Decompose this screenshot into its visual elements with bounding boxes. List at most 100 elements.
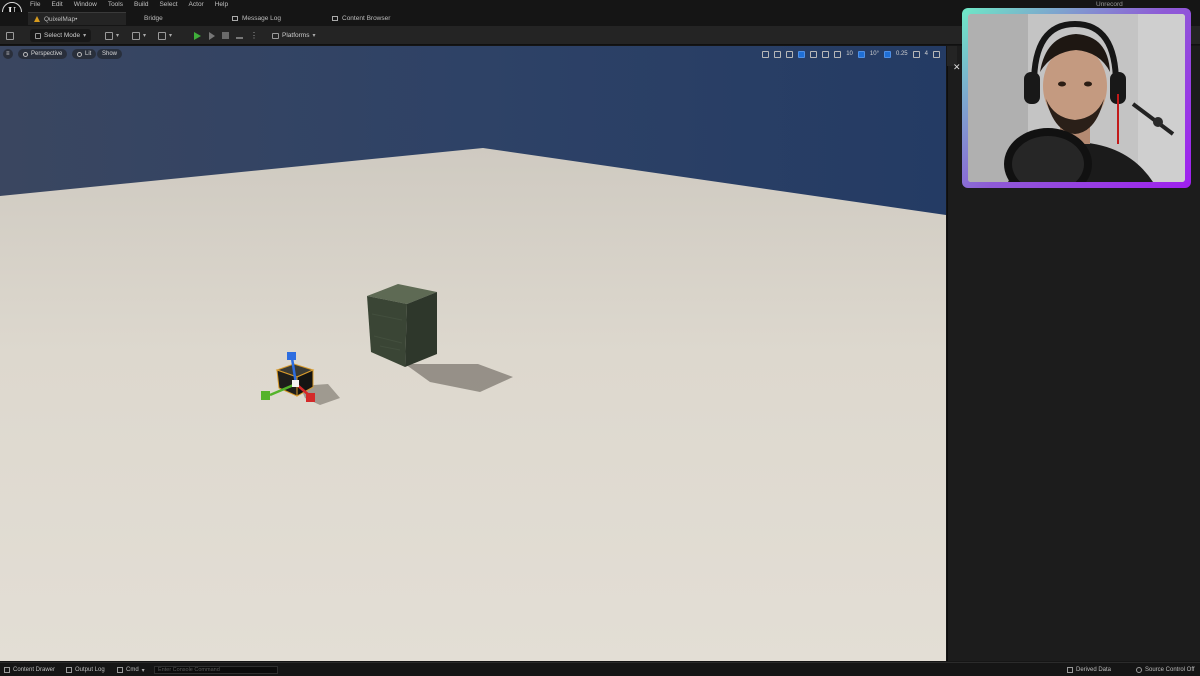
platforms-dropdown[interactable]: Platforms ▾ [272, 29, 315, 42]
level-viewport[interactable]: ≡ Perspective Lit Show 10 10° 0.25 4 [0, 46, 946, 661]
menu-edit[interactable]: Edit [51, 1, 62, 8]
lit-label: Lit [85, 51, 92, 57]
platforms-icon [272, 32, 279, 39]
translate-tool-icon[interactable] [774, 50, 782, 58]
show-label: Show [102, 51, 118, 57]
advance-frame-button[interactable] [209, 29, 215, 42]
chevron-down-icon: ▾ [116, 33, 120, 39]
derived-data-label: Derived Data [1076, 667, 1112, 673]
view-mode-button[interactable]: Lit [72, 49, 97, 59]
scale-tool-icon[interactable] [798, 50, 806, 58]
chevron-down-icon: ▾ [312, 33, 316, 39]
content-drawer-button[interactable]: Content Drawer [4, 665, 55, 675]
webcam-overlay [962, 8, 1191, 188]
rotation-snap-icon[interactable] [857, 50, 865, 58]
content-browser-icon [332, 16, 338, 21]
unrecord-label: Unrecord [1096, 1, 1123, 8]
chevron-down-icon: ▾ [143, 33, 147, 39]
play-options-button[interactable]: ⋮ [250, 29, 258, 42]
tab-label: Content Browser [342, 15, 391, 22]
scale-snap-icon[interactable] [883, 50, 891, 58]
dark-cube[interactable] [367, 284, 437, 367]
select-tool-icon[interactable] [762, 50, 770, 58]
add-content-button[interactable]: ▾ [105, 29, 119, 42]
select-mode-icon [35, 32, 41, 39]
step-icon [209, 31, 215, 40]
eject-button[interactable] [236, 29, 243, 42]
cmd-dropdown[interactable]: Cmd ▾ [117, 665, 145, 675]
tab-label: Message Log [242, 15, 282, 22]
unreal-editor-window: U File Edit Window Tools Build Select Ac… [0, 0, 1200, 676]
tab-label: QuixelMap• [44, 15, 78, 23]
output-log-icon [66, 667, 72, 673]
viewport-snap-tools: 10 10° 0.25 4 [762, 49, 940, 59]
chevron-down-icon: ▾ [83, 33, 87, 39]
chevron-down-icon: ▾ [169, 33, 173, 39]
menu-window[interactable]: Window [74, 1, 97, 8]
menu-file[interactable]: File [30, 1, 40, 8]
platforms-label: Platforms [282, 32, 310, 39]
close-icon[interactable]: ✕ [953, 62, 961, 73]
derived-data-icon [1067, 667, 1073, 673]
derived-data-button[interactable]: Derived Data [1067, 665, 1111, 675]
perspective-label: Perspective [31, 51, 63, 57]
stop-icon [222, 32, 229, 39]
content-drawer-icon [4, 667, 10, 673]
maximize-viewport-icon[interactable] [933, 50, 940, 58]
select-mode-dropdown[interactable]: Select Mode ▾ [30, 29, 92, 42]
select-mode-label: Select Mode [44, 32, 81, 39]
clapperboard-icon [158, 31, 166, 40]
menu-tools[interactable]: Tools [108, 1, 123, 8]
show-button[interactable]: Show [97, 49, 123, 59]
save-icon [6, 31, 14, 40]
tab-content-browser[interactable]: Content Browser [326, 12, 426, 25]
output-log-button[interactable]: Output Log [66, 665, 105, 675]
message-log-icon [232, 16, 238, 21]
blueprint-button[interactable]: ▾ [132, 29, 146, 42]
kebab-menu-icon: ⋮ [250, 31, 258, 40]
rotation-snap-value[interactable]: 10° [870, 51, 879, 57]
streamer-image [968, 14, 1185, 182]
viewport-options-button[interactable]: ≡ [3, 49, 13, 59]
console-input[interactable]: Enter Console Command [154, 666, 278, 674]
rotate-tool-icon[interactable] [786, 50, 794, 58]
tab-message-log[interactable]: Message Log [226, 12, 318, 25]
play-button[interactable] [194, 29, 201, 42]
source-control-button[interactable]: Source Control Off [1136, 665, 1195, 675]
status-bar: Content Drawer Output Log Cmd ▾ Enter Co… [0, 662, 1200, 676]
menu-actor[interactable]: Actor [189, 1, 204, 8]
source-control-label: Source Control Off [1145, 667, 1195, 673]
camera-speed-value[interactable]: 4 [925, 51, 928, 57]
world-space-icon[interactable] [810, 50, 818, 58]
grid-snap-value[interactable]: 10 [846, 51, 853, 57]
scale-snap-value[interactable]: 0.25 [896, 51, 908, 57]
output-log-label: Output Log [75, 667, 105, 673]
lit-icon [77, 51, 82, 57]
menu-items: File Edit Window Tools Build Select Acto… [30, 1, 228, 8]
camera-icon [23, 51, 28, 57]
blueprint-icon [132, 31, 140, 40]
terminal-icon [117, 667, 123, 673]
menu-help[interactable]: Help [215, 1, 228, 8]
tab-quixelmap[interactable]: QuixelMap• [28, 12, 126, 25]
menu-select[interactable]: Select [159, 1, 177, 8]
source-control-icon [1136, 667, 1142, 673]
cmd-label: Cmd [126, 667, 139, 673]
cinematics-button[interactable]: ▾ [158, 29, 172, 42]
floor-plane[interactable] [0, 148, 946, 661]
grid-snap-icon[interactable] [834, 50, 842, 58]
chevron-down-icon: ▾ [141, 667, 145, 674]
webcam-feed [968, 14, 1185, 182]
add-actor-icon [105, 31, 113, 40]
camera-speed-icon[interactable] [912, 50, 920, 58]
stop-button[interactable] [222, 29, 229, 42]
menu-build[interactable]: Build [134, 1, 148, 8]
tab-bridge[interactable]: Bridge [138, 12, 218, 25]
content-drawer-label: Content Drawer [13, 667, 56, 673]
hamburger-icon: ≡ [6, 51, 10, 57]
perspective-button[interactable]: Perspective [18, 49, 68, 59]
viewport-toolbar: ≡ Perspective Lit Show 10 10° 0.25 4 [0, 46, 946, 62]
save-button[interactable] [6, 29, 14, 42]
tab-label: Bridge [144, 15, 163, 22]
surface-snap-icon[interactable] [822, 50, 830, 58]
